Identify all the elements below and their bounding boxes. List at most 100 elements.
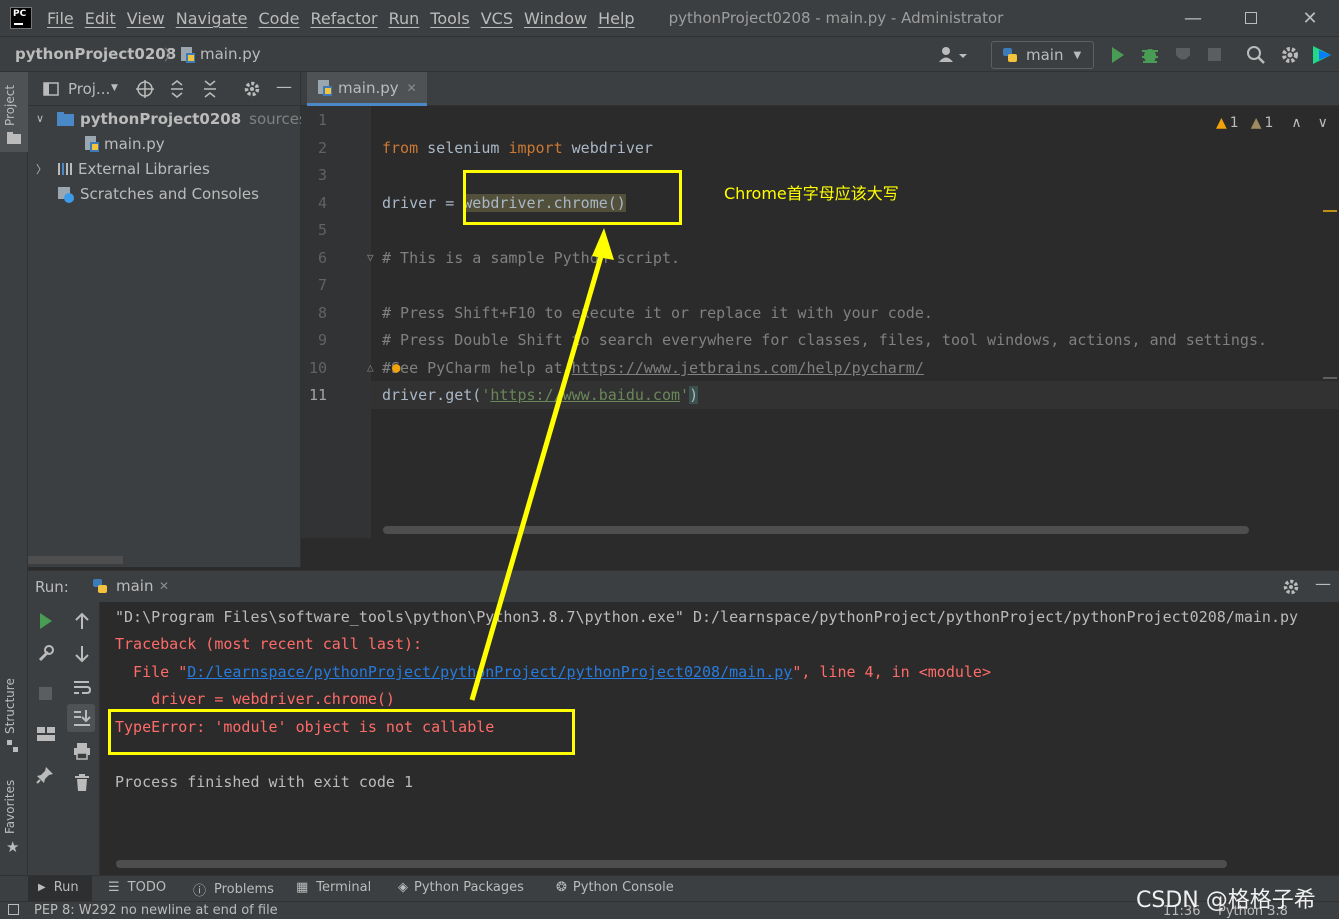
chevron-down-icon: ▼ bbox=[1073, 49, 1082, 61]
editor-tab-main-py[interactable]: main.py ✕ bbox=[307, 72, 427, 106]
menu-file[interactable]: File bbox=[47, 9, 82, 28]
editor-tab-bar: main.py ✕ bbox=[301, 72, 1339, 106]
menu-run[interactable]: Run bbox=[389, 9, 428, 28]
console-traceback-code: driver = webdriver.chrome() bbox=[115, 690, 395, 708]
menu-navigate[interactable]: Navigate bbox=[176, 9, 256, 28]
chevron-right-icon: 〉 bbox=[164, 46, 180, 64]
tool-tab-todo[interactable]: ☰ TODO bbox=[108, 880, 166, 895]
breadcrumb-file[interactable]: main.py bbox=[200, 45, 261, 63]
menu-refactor[interactable]: Refactor bbox=[310, 9, 385, 28]
structure-tool-label[interactable]: Structure bbox=[3, 678, 17, 734]
lightbulb-icon[interactable]: ● bbox=[392, 360, 400, 376]
maximize-button[interactable] bbox=[1221, 0, 1281, 36]
restore-layout-icon[interactable] bbox=[36, 726, 56, 742]
tool-tab-python-packages[interactable]: ◈ Python Packages bbox=[398, 880, 524, 895]
debug-icon[interactable] bbox=[1140, 45, 1160, 65]
favorites-tool-label[interactable]: Favorites bbox=[3, 780, 17, 834]
run-icon[interactable] bbox=[1110, 46, 1126, 64]
locate-crosshair-icon[interactable] bbox=[136, 80, 154, 98]
pin-icon[interactable] bbox=[36, 766, 54, 784]
tree-item-main-py[interactable]: main.py bbox=[84, 131, 165, 156]
console-text: ", line 4, in <module> bbox=[792, 663, 991, 681]
left-tool-stripe: Project Structure Favorites ★ bbox=[0, 72, 28, 875]
tree-item-external-libraries[interactable]: 〉 External Libraries bbox=[36, 156, 210, 181]
close-tab-icon[interactable]: ✕ bbox=[407, 81, 417, 95]
menu-tools[interactable]: Tools bbox=[430, 9, 477, 28]
minimize-button[interactable]: — bbox=[1163, 0, 1223, 36]
menu-window[interactable]: Window bbox=[524, 9, 595, 28]
code-editor[interactable]: 1 2 3 4 5 6 7 8 9 10 11 ▽ △ from seleniu… bbox=[301, 106, 1339, 538]
wrench-icon[interactable] bbox=[37, 644, 55, 662]
trash-icon[interactable] bbox=[74, 774, 90, 792]
menu-vcs[interactable]: VCS bbox=[481, 9, 521, 28]
toggle-tool-windows-icon[interactable] bbox=[8, 904, 19, 915]
close-window-button[interactable]: ✕ bbox=[1280, 0, 1339, 36]
stop-icon[interactable] bbox=[1207, 47, 1223, 63]
project-panel: Proj... ▼ — ∨ pythonProject0208 sources … bbox=[28, 72, 318, 567]
project-tool-label[interactable]: Project bbox=[3, 85, 17, 126]
expand-all-icon[interactable] bbox=[169, 80, 185, 98]
previous-highlight-icon[interactable]: ∧ bbox=[1291, 115, 1301, 131]
star-icon: ★ bbox=[6, 838, 20, 856]
stop-icon[interactable] bbox=[38, 686, 54, 702]
arrow-down-icon[interactable] bbox=[74, 645, 90, 663]
tool-tab-problems[interactable]: ⓘ Problems bbox=[193, 880, 274, 899]
rerun-icon[interactable] bbox=[38, 612, 54, 630]
keyword: from bbox=[382, 139, 419, 157]
run-tab-main[interactable]: main bbox=[116, 577, 153, 595]
string-token: ' bbox=[680, 386, 690, 404]
console-file-link[interactable]: D:/learnspace/pythonProject/pythonProjec… bbox=[187, 663, 792, 681]
jetbrains-toolbox-icon[interactable] bbox=[1311, 44, 1333, 66]
tool-tab-run[interactable]: ▶ Run bbox=[38, 880, 79, 895]
settings-gear-icon[interactable] bbox=[1280, 45, 1300, 65]
string-link[interactable]: https://www.baidu.com bbox=[490, 386, 680, 404]
tool-tab-terminal[interactable]: ▦ Terminal bbox=[296, 880, 371, 895]
project-view-selector[interactable]: Proj... bbox=[68, 80, 110, 98]
terminal-icon: ▦ bbox=[296, 880, 309, 895]
menu-view[interactable]: View bbox=[127, 9, 173, 28]
fold-icon[interactable]: ▽ bbox=[367, 251, 374, 264]
hide-panel-icon[interactable]: — bbox=[1315, 574, 1331, 593]
line-number: 4 bbox=[317, 194, 327, 212]
user-icon[interactable] bbox=[937, 45, 969, 65]
code-token: driver.get( bbox=[382, 386, 482, 404]
horizontal-scrollbar[interactable] bbox=[116, 860, 1227, 868]
tool-tab-label: Terminal bbox=[316, 880, 372, 895]
menu-code[interactable]: Code bbox=[259, 9, 308, 28]
status-message: PEP 8: W292 no newline at end of file bbox=[34, 903, 278, 918]
tool-tab-python-console[interactable]: ❂ Python Console bbox=[556, 880, 674, 895]
soft-wrap-icon[interactable] bbox=[73, 678, 91, 696]
close-tab-icon[interactable]: ✕ bbox=[159, 579, 169, 593]
line-number: 2 bbox=[317, 139, 327, 157]
settings-gear-icon[interactable] bbox=[1282, 578, 1300, 596]
horizontal-scrollbar[interactable] bbox=[383, 526, 1249, 534]
todo-list-icon: ☰ bbox=[108, 880, 120, 895]
error-stripe-mark[interactable] bbox=[1323, 210, 1337, 212]
fold-icon[interactable]: △ bbox=[367, 361, 374, 374]
chevron-down-icon[interactable]: ▼ bbox=[111, 83, 118, 93]
menu-edit[interactable]: Edit bbox=[85, 9, 124, 28]
arrow-up-icon[interactable] bbox=[74, 612, 90, 630]
hide-panel-icon[interactable]: — bbox=[276, 77, 292, 96]
menu-help[interactable]: Help bbox=[598, 9, 642, 28]
inspection-widget[interactable]: ▲ 1 ▲ 1 ∧ ∨ bbox=[1216, 115, 1328, 131]
horizontal-scrollbar[interactable] bbox=[28, 556, 123, 564]
line-number: 8 bbox=[317, 304, 327, 322]
line-number: 3 bbox=[317, 166, 327, 184]
collapse-all-icon[interactable] bbox=[202, 80, 218, 98]
tree-item-project-root[interactable]: ∨ pythonProject0208 sources r bbox=[36, 106, 318, 131]
comment-link[interactable]: https://www.jetbrains.com/help/pycharm/ bbox=[572, 359, 924, 377]
python-console-icon: ❂ bbox=[556, 880, 567, 895]
code-line-2: from selenium import webdriver bbox=[382, 139, 653, 157]
print-icon[interactable] bbox=[73, 742, 91, 760]
run-configuration-select[interactable]: main ▼ bbox=[991, 41, 1094, 69]
settings-gear-icon[interactable] bbox=[243, 80, 261, 98]
breadcrumb-project[interactable]: pythonProject0208 bbox=[15, 45, 176, 63]
error-stripe-mark[interactable] bbox=[1323, 377, 1337, 379]
tree-item-scratches[interactable]: Scratches and Consoles bbox=[56, 181, 259, 206]
console-exit-message: Process finished with exit code 1 bbox=[115, 773, 414, 791]
coverage-icon[interactable] bbox=[1173, 45, 1193, 65]
next-highlight-icon[interactable]: ∨ bbox=[1318, 115, 1328, 131]
code-token: selenium bbox=[418, 139, 509, 157]
search-icon[interactable] bbox=[1246, 45, 1266, 65]
